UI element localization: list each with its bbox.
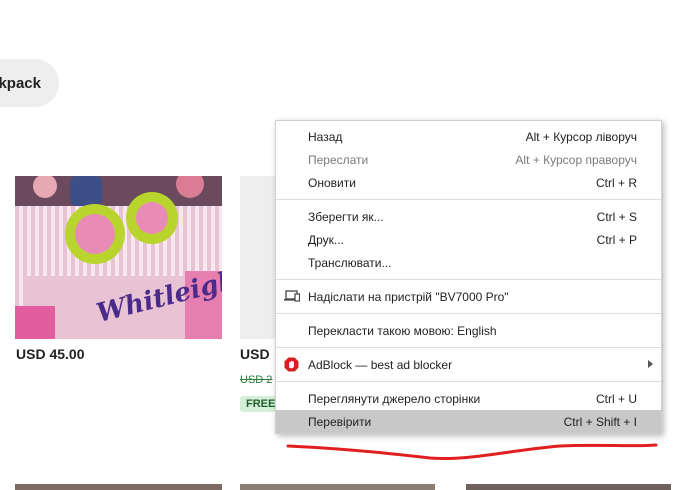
annotation-underline (286, 443, 658, 460)
